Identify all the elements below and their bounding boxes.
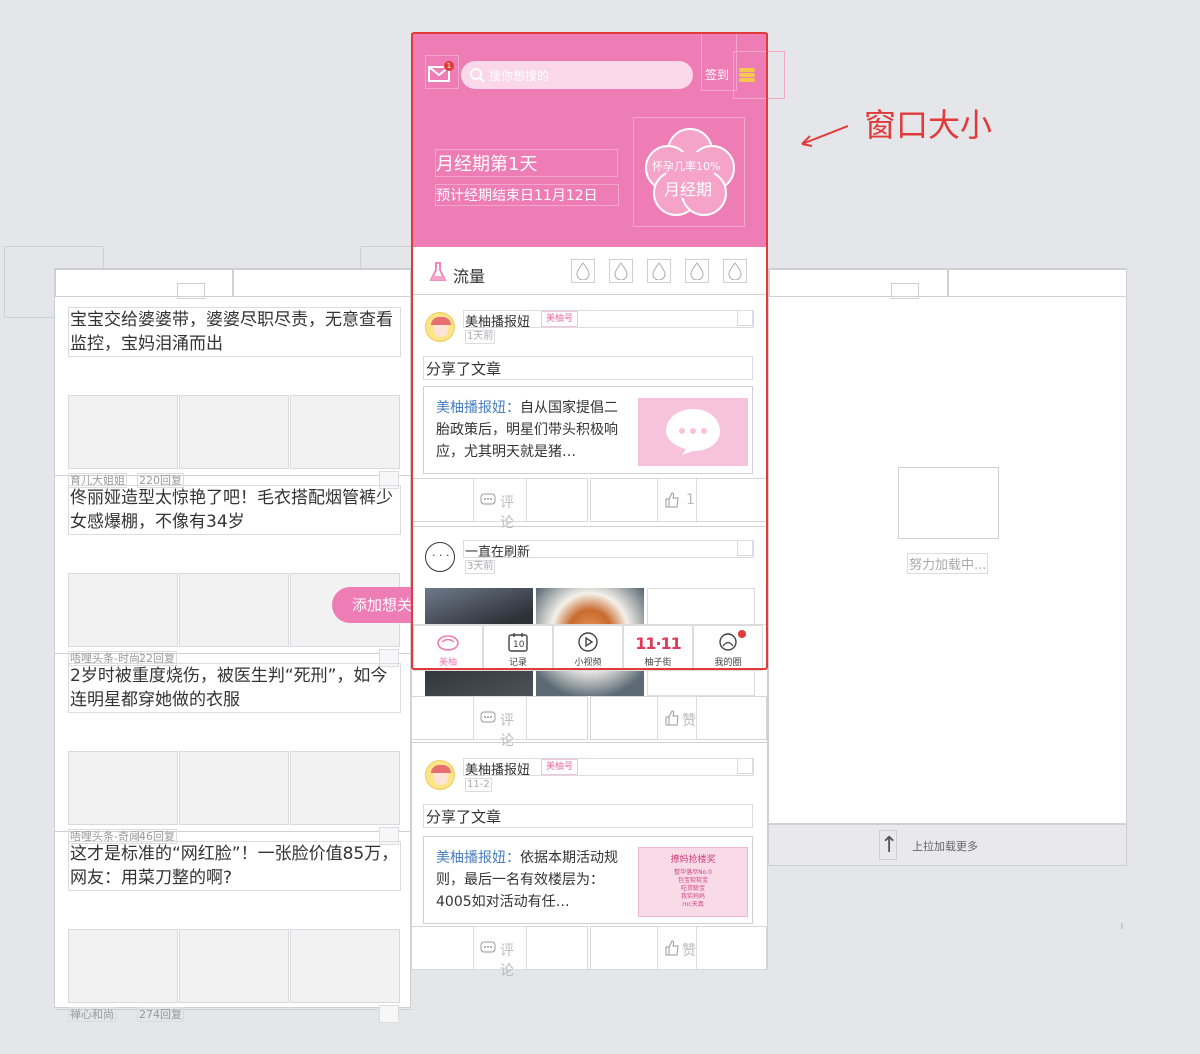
corner-mark	[1121, 923, 1123, 929]
feed-title: 佟丽娅造型太惊艳了吧！毛衣搭配烟管裤少女感爆棚，不像有34岁	[68, 485, 401, 535]
comment-button[interactable]: 评论	[473, 926, 527, 979]
window-size-frame	[411, 32, 768, 670]
feed-thumbnail	[179, 929, 289, 1003]
right-tab-indicator	[891, 283, 919, 299]
more-button[interactable]	[737, 758, 753, 774]
feed-thumbnail	[179, 395, 289, 469]
like-button[interactable]: 赞	[657, 926, 697, 970]
feed-thumbnail	[68, 929, 178, 1003]
loading-image	[898, 467, 999, 539]
like-label: 赞	[682, 713, 696, 729]
comment-button[interactable]: 评论	[473, 696, 527, 749]
annotation-arrow	[801, 125, 849, 147]
feed-title: 2岁时被重度烧伤，被医生判“死刑”，如今连明星都穿她做的衣服	[68, 663, 401, 713]
post-separator	[411, 742, 768, 743]
feed-card[interactable]: 宝宝交给婆婆带，婆婆尽职尽责，无意查看监控，宝妈泪涌而出 育儿大姐姐 220回复	[55, 297, 412, 489]
feed-card[interactable]: 佟丽娅造型太惊艳了吧！毛衣搭配烟管裤少女感爆棚，不像有34岁 唔哩头条-时尚 22回…	[55, 475, 412, 667]
poster-title: 撩妈抢楼奖	[670, 855, 716, 865]
avatar	[425, 760, 455, 790]
pull-more-text: 上拉加载更多	[912, 840, 978, 853]
thumbs-up-icon	[665, 940, 679, 956]
feed-thumbnail	[68, 395, 178, 469]
article-text: 美柚播报妞：依据本期活动规则，最后一名有效楼层为：4005如对活动有任…	[436, 847, 622, 913]
article-author[interactable]: 美柚播报妞：	[436, 850, 520, 866]
feed-thumbnail	[68, 751, 178, 825]
feed-thumbnail	[290, 751, 400, 825]
post-share-text: 分享了文章	[423, 804, 753, 828]
left-tabbar-cell	[55, 269, 233, 297]
feed-title: 这才是标准的“网红脸”！一张脸价值85万，网友：用菜刀整的啊?	[68, 841, 401, 891]
loading-text: 努力加载中...	[907, 553, 989, 574]
left-tabbar-cell	[233, 269, 411, 297]
poster-line: 吃货聪宝	[680, 885, 705, 892]
feed-source: 禅心和尚	[68, 1007, 116, 1022]
post-author[interactable]: 美柚播报妞	[465, 759, 530, 778]
like-label: 赞	[682, 943, 696, 959]
poster-line: 整华落尽No.0	[674, 869, 712, 876]
right-tabbar-cell	[948, 269, 1127, 297]
thumbs-up-icon	[665, 710, 679, 726]
post-card: 美柚播报妞 美柚号 11-2 分享了文章 美柚播报妞：依据本期活动规则，最后一名…	[411, 744, 768, 979]
feed-thumbnail	[290, 929, 400, 1003]
post-time: 11-2	[465, 778, 492, 792]
poster-line: 我实妈妈	[680, 893, 705, 900]
up-arrow-icon: ↑	[879, 830, 898, 860]
poster-line: 包宝软软宝	[677, 877, 708, 884]
add-interest-button[interactable]: 添加想关	[332, 587, 414, 623]
comment-icon	[480, 711, 496, 723]
post-tag: 美柚号	[541, 759, 579, 775]
like-button[interactable]: 赞	[657, 696, 697, 740]
right-panel: 努力加载中...	[768, 268, 1127, 824]
left-feed-panel: 宝宝交给婆婆带，婆婆尽职尽责，无意查看监控，宝妈泪涌而出 育儿大姐姐 220回复 佟丽…	[54, 268, 412, 1023]
feed-more-icon[interactable]	[379, 1005, 399, 1023]
feed-card[interactable]: 2岁时被重度烧伤，被医生判“死刑”，如今连明星都穿她做的衣服 唔哩头条-奇闻 46回…	[55, 653, 412, 845]
annotation-label: 窗口大小	[864, 106, 993, 144]
feed-title: 宝宝交给婆婆带，婆婆尽职尽责，无意查看监控，宝妈泪涌而出	[68, 307, 401, 357]
feed-thumbnail	[290, 395, 400, 469]
article-card[interactable]: 美柚播报妞：依据本期活动规则，最后一名有效楼层为：4005如对活动有任… 撩妈抢…	[423, 836, 753, 924]
comment-icon	[480, 941, 496, 953]
right-tabbar-cell	[769, 269, 948, 297]
feed-thumbnail	[179, 573, 289, 647]
feed-card[interactable]: 这才是标准的“网红脸”！一张脸价值85万，网友：用菜刀整的啊? 禅心和尚 274回复	[55, 831, 412, 1023]
comment-label: 评论	[500, 943, 514, 979]
article-poster: 撩妈抢楼奖 整华落尽No.0 包宝软软宝 吃货聪宝 我实妈妈 rnc天真	[638, 847, 748, 917]
feed-thumbnail	[179, 751, 289, 825]
poster-line: rnc天真	[682, 901, 704, 908]
feed-thumbnail	[68, 573, 178, 647]
feed-reply-count: 274回复	[137, 1007, 184, 1022]
